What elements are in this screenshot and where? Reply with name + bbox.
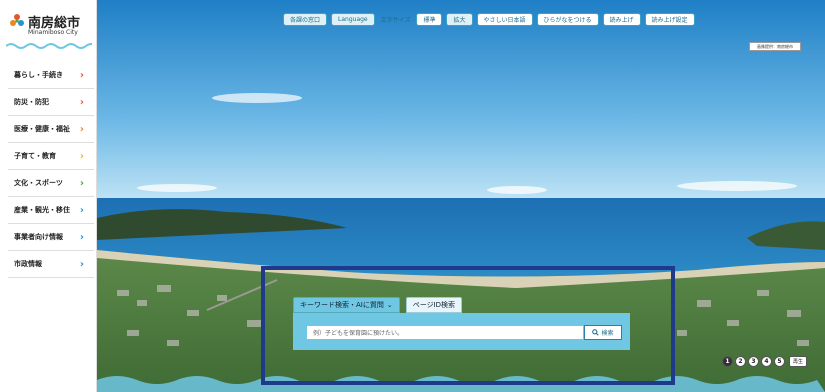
sidebar-item-label: 暮らし・手続き (14, 71, 63, 79)
sidebar-item-culture[interactable]: 文化・スポーツ › (8, 170, 94, 197)
chevron-right-icon: › (79, 151, 84, 162)
tab-keyword-label: キーワード検索・AIに質問 (300, 301, 384, 309)
font-size-label: 文字サイズ (380, 16, 411, 24)
play-button[interactable]: 再生 (789, 356, 808, 367)
main-menu: 暮らし・手続き › 防災・防犯 › 医療・健康・福祉 › 子育て・教育 › 文化… (8, 62, 94, 278)
chevron-right-icon: › (79, 70, 84, 81)
easy-japanese-button[interactable]: やさしい日本語 (476, 12, 533, 26)
search-input[interactable]: 例）子どもを保育園に預けたい。 (307, 326, 583, 339)
font-large-button[interactable]: 拡大 (446, 12, 473, 26)
tab-keyword-search[interactable]: キーワード検索・AIに質問 ⌄ (293, 297, 400, 313)
photo-credit: 画像提供：南房総市 (749, 42, 801, 51)
sidebar-item-city-admin[interactable]: 市政情報 › (8, 251, 94, 278)
sidebar-item-label: 事業者向け情報 (14, 233, 63, 241)
language-button[interactable]: Language (331, 12, 375, 26)
sidebar-item-health[interactable]: 医療・健康・福祉 › (8, 116, 94, 143)
sidebar-item-childcare[interactable]: 子育て・教育 › (8, 143, 94, 170)
font-standard-button[interactable]: 標準 (416, 12, 443, 26)
logo-wave-decoration (6, 43, 92, 49)
utility-bar: 各課の窓口 Language 文字サイズ 標準 拡大 やさしい日本語 ひらがなを… (97, 10, 825, 28)
sidebar-item-business[interactable]: 事業者向け情報 › (8, 224, 94, 251)
sidebar-item-label: 産業・観光・移住 (14, 206, 70, 214)
slide-dot-2[interactable]: 2 (735, 356, 746, 367)
read-aloud-button[interactable]: 読み上げ (602, 12, 641, 26)
search-tabs: キーワード検索・AIに質問 ⌄ ページID検索 (293, 297, 463, 313)
chevron-right-icon: › (79, 97, 84, 108)
window-button[interactable]: 各課の窓口 (283, 12, 328, 26)
read-settings-button[interactable]: 読み上げ設定 (644, 12, 695, 26)
chevron-right-icon: › (79, 205, 84, 216)
sidebar-item-label: 市政情報 (14, 260, 42, 268)
sidebar-item-label: 子育て・教育 (14, 152, 56, 160)
chevron-right-icon: › (79, 178, 84, 189)
slider-controls: 1 2 3 4 5 再生 (722, 356, 808, 367)
page: 南房総市 Minamiboso City 暮らし・手続き › 防災・防犯 › 医… (0, 0, 825, 392)
chevron-right-icon: › (79, 259, 84, 270)
slide-dot-3[interactable]: 3 (748, 356, 759, 367)
search-button-label: 検索 (601, 330, 614, 337)
chevron-right-icon: › (79, 124, 84, 135)
sidebar-item-label: 医療・健康・福祉 (14, 125, 70, 133)
sidebar-item-living[interactable]: 暮らし・手続き › (8, 62, 94, 89)
sidebar-item-industry[interactable]: 産業・観光・移住 › (8, 197, 94, 224)
search-icon (592, 329, 600, 336)
sidebar-item-disaster[interactable]: 防災・防犯 › (8, 89, 94, 116)
tab-page-id-search[interactable]: ページID検索 (405, 297, 463, 313)
furigana-button[interactable]: ひらがなをつける (536, 12, 599, 26)
sidebar-item-label: 文化・スポーツ (14, 179, 63, 187)
slide-dot-1[interactable]: 1 (722, 356, 733, 367)
sidebar: 南房総市 Minamiboso City 暮らし・手続き › 防災・防犯 › 医… (0, 0, 97, 392)
search-panel: 例）子どもを保育園に預けたい。 検索 (293, 313, 630, 350)
slide-dot-4[interactable]: 4 (761, 356, 772, 367)
site-logo[interactable]: 南房総市 Minamiboso City (6, 8, 94, 52)
slide-dot-5[interactable]: 5 (774, 356, 785, 367)
sidebar-item-label: 防災・防犯 (14, 98, 49, 106)
logo-name-en: Minamiboso City (28, 29, 78, 36)
search-button[interactable]: 検索 (584, 325, 622, 340)
city-emblem-icon (10, 14, 24, 26)
chevron-down-icon: ⌄ (386, 301, 393, 309)
chevron-right-icon: › (79, 232, 84, 243)
